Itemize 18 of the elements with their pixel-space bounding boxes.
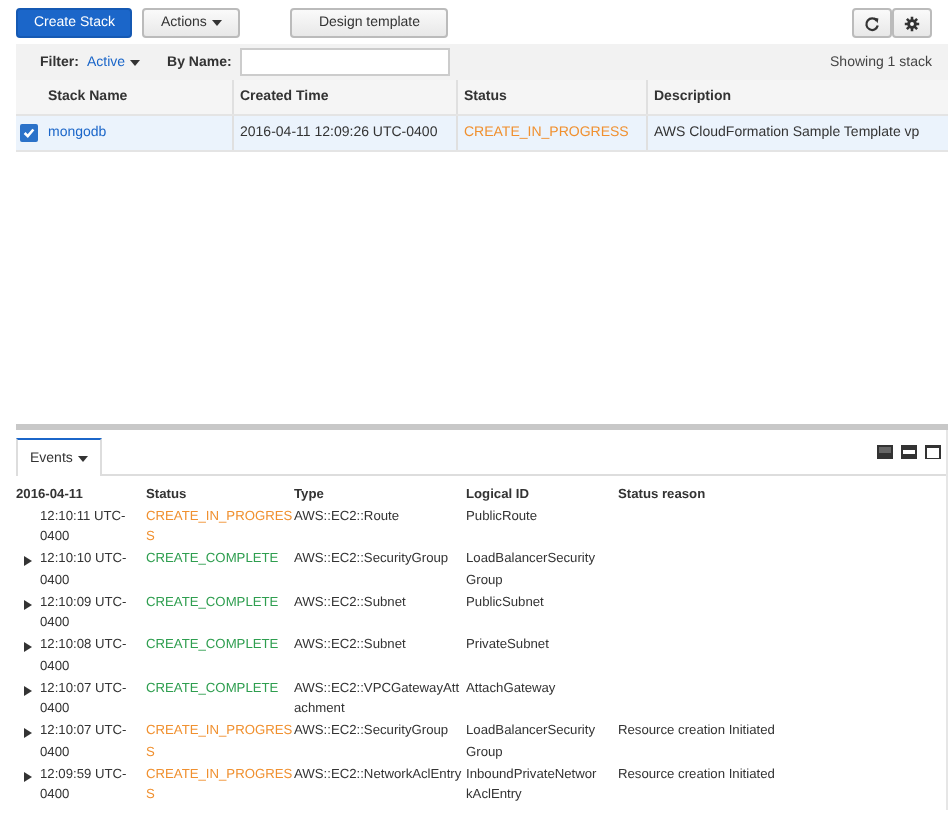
expand-icon[interactable] bbox=[24, 556, 32, 566]
settings-button[interactable] bbox=[892, 8, 932, 38]
expand-icon[interactable] bbox=[24, 728, 32, 738]
caret-icon bbox=[129, 59, 140, 65]
expand-icon[interactable] bbox=[24, 599, 32, 609]
panel-minimize-icon[interactable] bbox=[876, 444, 894, 460]
expand-icon[interactable] bbox=[24, 685, 32, 695]
settings-icon bbox=[904, 15, 920, 31]
expand-icon[interactable] bbox=[24, 642, 32, 652]
panel-half-icon[interactable] bbox=[900, 444, 918, 460]
caret-icon bbox=[212, 20, 223, 26]
row-checkbox[interactable] bbox=[20, 124, 38, 142]
refresh-button[interactable] bbox=[852, 8, 892, 38]
refresh-icon bbox=[864, 15, 880, 31]
name-search-field[interactable] bbox=[239, 48, 450, 76]
panel-maximize-icon[interactable] bbox=[924, 444, 942, 460]
expand-icon[interactable] bbox=[24, 771, 32, 781]
caret-icon bbox=[78, 455, 89, 461]
